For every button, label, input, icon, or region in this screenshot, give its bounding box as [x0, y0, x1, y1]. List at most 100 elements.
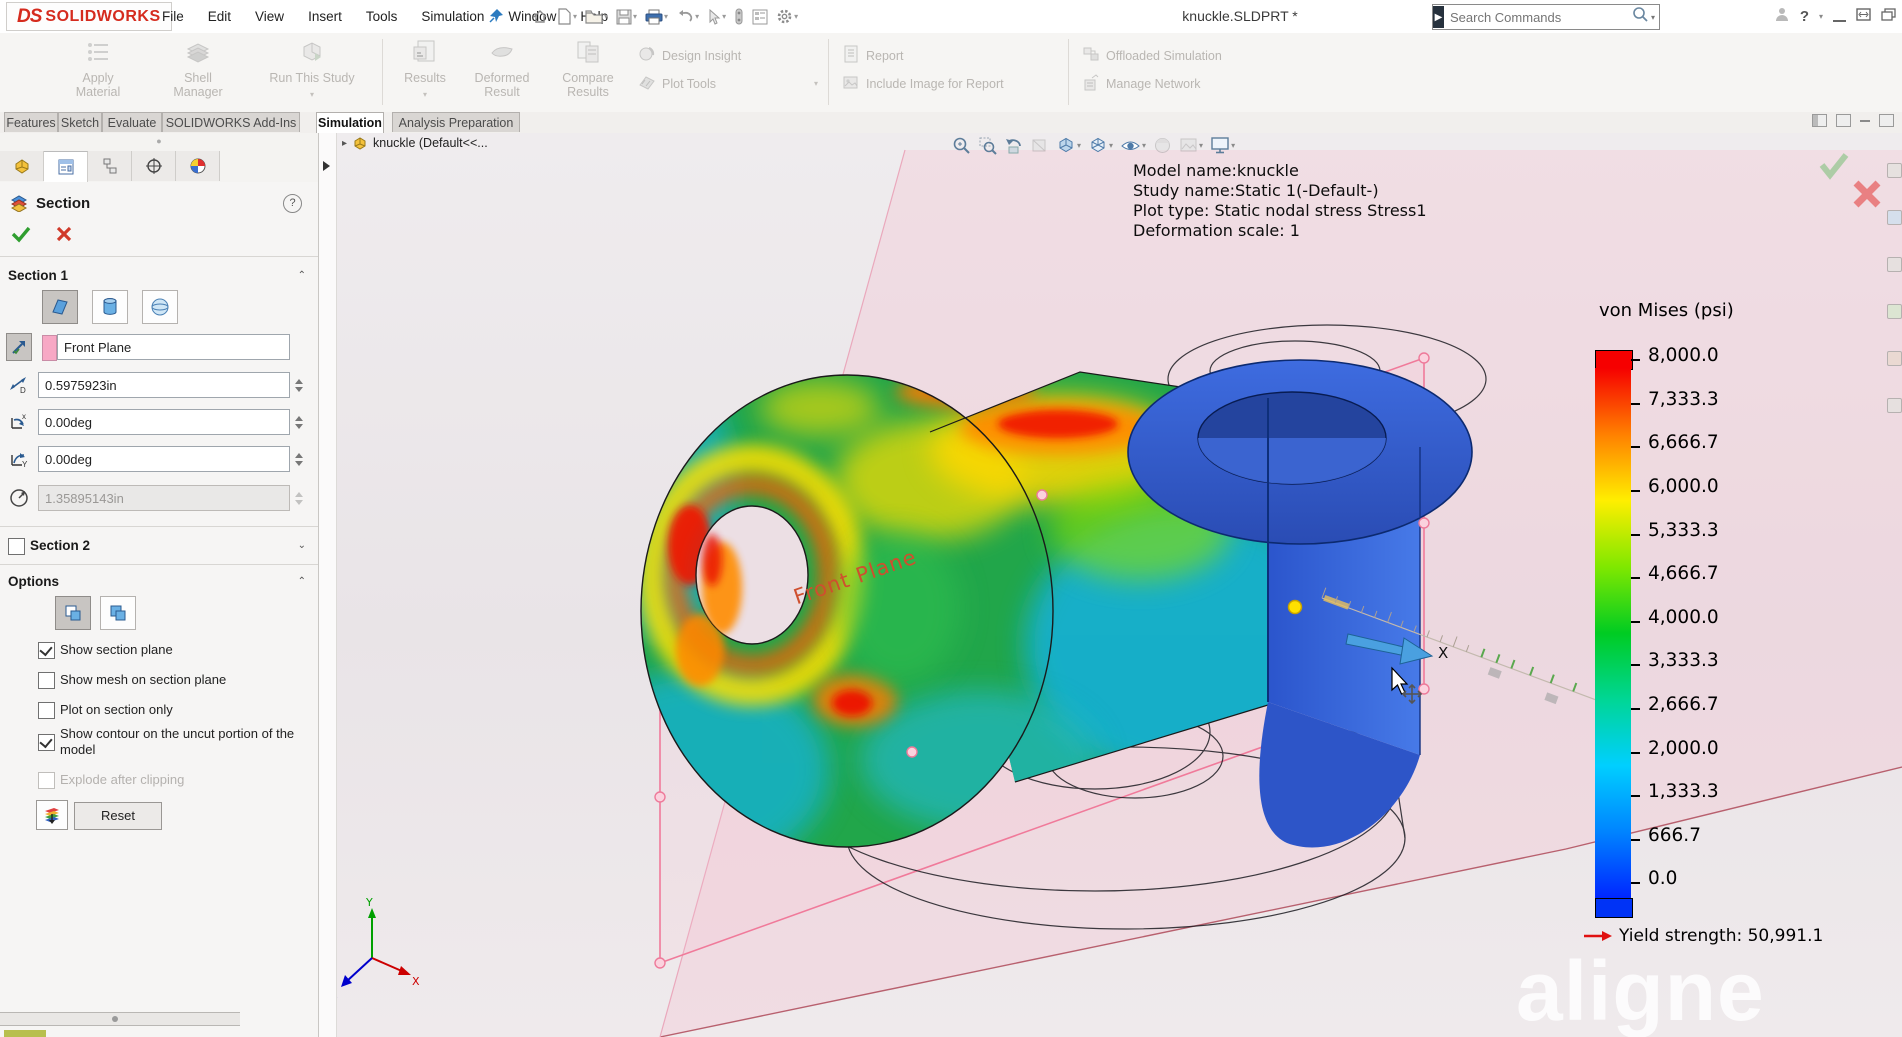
- pane-right-icon[interactable]: [1836, 114, 1851, 127]
- section-view-icon[interactable]: [1030, 136, 1049, 155]
- offset-distance-field[interactable]: 0.5975923in: [38, 372, 290, 398]
- help-icon[interactable]: ?: [1800, 8, 1809, 25]
- task-pane-library-icon[interactable]: [1887, 210, 1902, 225]
- reset-button[interactable]: Reset: [74, 802, 162, 830]
- rotation-y-field[interactable]: 0.00deg: [38, 446, 290, 472]
- clip-union-button[interactable]: [100, 596, 136, 630]
- apply-material-button[interactable]: ApplyMaterial: [48, 37, 148, 99]
- pm-ok-icon[interactable]: [10, 224, 32, 244]
- menu-tools[interactable]: Tools: [354, 0, 410, 33]
- tab-property-manager[interactable]: [44, 151, 88, 182]
- search-scope-icon[interactable]: ▶: [1433, 6, 1444, 28]
- show-mesh-checkbox[interactable]: [38, 672, 55, 689]
- reference-plane-field[interactable]: Front Plane: [57, 334, 290, 360]
- deformed-result-button[interactable]: DeformedResult: [462, 37, 542, 99]
- plane-drag-origin-handle[interactable]: [1289, 601, 1302, 614]
- select-icon[interactable]: ▾: [704, 4, 729, 30]
- task-pane-explorer-icon[interactable]: [1887, 257, 1902, 272]
- task-pane-appearances-icon[interactable]: [1887, 351, 1902, 366]
- view-settings-icon[interactable]: ▾: [1210, 136, 1235, 154]
- report-button[interactable]: Report: [842, 45, 904, 66]
- include-image-for-report-button[interactable]: Include Image for Report: [842, 73, 1004, 94]
- options-header[interactable]: Options: [8, 574, 59, 589]
- previous-view-icon[interactable]: [1004, 136, 1023, 155]
- offset-spinner[interactable]: [292, 372, 306, 398]
- section2-checkbox[interactable]: [8, 538, 25, 555]
- task-pane-custom-props-icon[interactable]: [1887, 398, 1902, 413]
- menu-simulation[interactable]: Simulation: [409, 0, 496, 33]
- pane-left-icon[interactable]: [1812, 114, 1827, 127]
- cylindrical-section-button[interactable]: [92, 290, 128, 324]
- magnet-icon[interactable]: [731, 4, 747, 30]
- run-this-study-button[interactable]: Run This Study ▾: [252, 37, 372, 102]
- options-collapse-icon[interactable]: ⌃: [298, 576, 306, 587]
- task-pane-view-palette-icon[interactable]: [1887, 304, 1902, 319]
- search-dropdown-icon[interactable]: ▾: [1651, 13, 1655, 22]
- menu-view[interactable]: View: [243, 0, 296, 33]
- show-contour-uncut-checkbox[interactable]: [38, 734, 55, 751]
- results-button[interactable]: Results ▾: [392, 37, 458, 102]
- help-dropdown-icon[interactable]: ▾: [1819, 12, 1823, 21]
- reference-entity-icon[interactable]: [6, 334, 32, 360]
- rotation-x-field[interactable]: 0.00deg: [38, 409, 290, 435]
- search-icon[interactable]: [1632, 6, 1649, 28]
- pin-menu-icon[interactable]: [488, 8, 504, 29]
- collapse-ribbon-icon[interactable]: [1860, 120, 1870, 122]
- plot-tools-button[interactable]: Plot Tools ▾: [638, 73, 818, 94]
- panel-grip[interactable]: ●: [0, 137, 318, 147]
- menu-file[interactable]: File: [150, 0, 196, 33]
- tab-display-manager[interactable]: [176, 151, 220, 181]
- hide-show-items-icon[interactable]: ▾: [1120, 136, 1146, 155]
- spherical-section-button[interactable]: [142, 290, 178, 324]
- shell-manager-button[interactable]: ShellManager: [148, 37, 248, 99]
- compare-results-button[interactable]: CompareResults: [548, 37, 628, 99]
- design-insight-button[interactable]: Design Insight: [638, 45, 741, 66]
- home-icon[interactable]: [528, 4, 552, 30]
- breadcrumb[interactable]: ▸ knuckle (Default<<...: [342, 136, 488, 150]
- minimize-icon[interactable]: [1833, 20, 1846, 22]
- solidworks-logo[interactable]: DS SOLIDWORKS: [6, 2, 172, 31]
- show-section-plane-checkbox[interactable]: [38, 642, 55, 659]
- rotation-x-spinner[interactable]: [292, 409, 306, 435]
- clip-intersection-button[interactable]: [55, 596, 91, 630]
- pm-cancel-icon[interactable]: [54, 224, 74, 244]
- plot-on-section-only-checkbox[interactable]: [38, 702, 55, 719]
- task-pane-resources-icon[interactable]: [1887, 163, 1902, 178]
- restore-icon[interactable]: [1856, 8, 1871, 26]
- open-icon[interactable]: ▾: [582, 4, 611, 30]
- manage-network-button[interactable]: Manage Network: [1082, 73, 1201, 94]
- tab-evaluate[interactable]: Evaluate: [102, 112, 162, 132]
- expand-tree-icon[interactable]: ▸: [342, 138, 347, 149]
- tab-analysis-preparation[interactable]: Analysis Preparation: [392, 112, 520, 132]
- menu-edit[interactable]: Edit: [196, 0, 243, 33]
- apply-scene-icon[interactable]: ▾: [1179, 136, 1203, 155]
- section1-header[interactable]: Section 1: [8, 268, 68, 283]
- tab-sketch[interactable]: Sketch: [58, 112, 102, 132]
- tab-features[interactable]: Features: [4, 112, 58, 132]
- offloaded-simulation-button[interactable]: Offloaded Simulation: [1082, 45, 1222, 66]
- undo-icon[interactable]: ▾: [673, 4, 702, 30]
- tab-dimxpert-manager[interactable]: [132, 151, 176, 181]
- rotation-y-spinner[interactable]: [292, 446, 306, 472]
- tab-simulation[interactable]: Simulation: [316, 112, 384, 133]
- new-document-icon[interactable]: ▾: [554, 4, 580, 30]
- section2-expand-icon[interactable]: ⌄: [298, 540, 306, 551]
- panel-splitter[interactable]: [0, 1012, 240, 1026]
- tab-feature-manager[interactable]: [0, 151, 44, 181]
- options-gear-icon[interactable]: ▾: [773, 4, 801, 30]
- confirm-ok-icon[interactable]: [1822, 155, 1846, 175]
- confirm-cancel-icon[interactable]: [1856, 183, 1878, 205]
- flyout-expand-icon[interactable]: [323, 161, 330, 171]
- save-icon[interactable]: ▾: [613, 4, 640, 30]
- section-reset-icon-button[interactable]: [36, 800, 68, 830]
- cascade-icon[interactable]: [1881, 8, 1896, 26]
- view-orientation-icon[interactable]: ▾: [1056, 135, 1081, 155]
- graphics-area[interactable]: X Y X: [336, 133, 1902, 1037]
- file-properties-icon[interactable]: [749, 4, 771, 30]
- pm-help-icon[interactable]: ?: [283, 194, 302, 213]
- zoom-to-area-icon[interactable]: [978, 136, 997, 155]
- search-input[interactable]: [1444, 10, 1632, 25]
- pane-float-icon[interactable]: [1879, 114, 1894, 127]
- print-icon[interactable]: ▾: [642, 4, 671, 30]
- tab-configuration-manager[interactable]: [88, 151, 132, 181]
